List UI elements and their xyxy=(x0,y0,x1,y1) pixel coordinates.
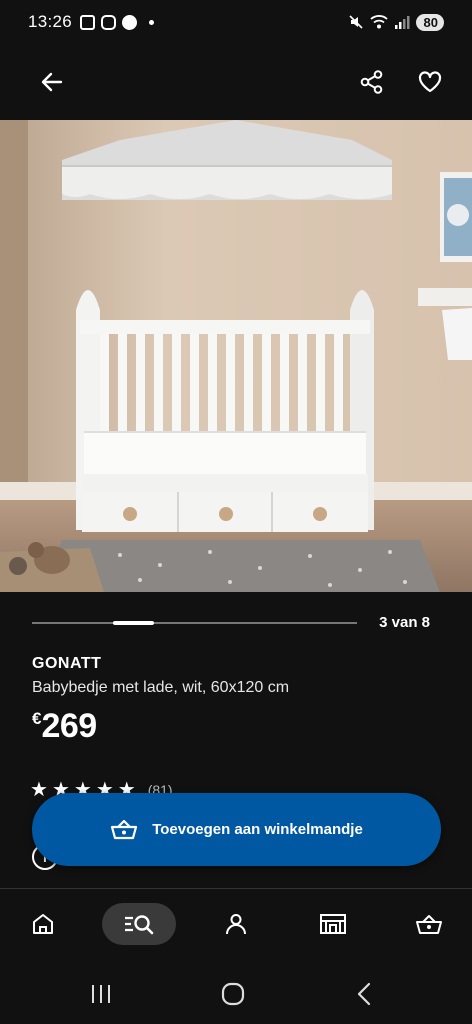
signal-icon xyxy=(394,16,410,29)
arrow-left-icon xyxy=(41,72,63,92)
home-circle-icon xyxy=(221,982,245,1006)
image-carousel-indicator: 3 van 8 xyxy=(32,606,432,638)
carousel-progress xyxy=(113,621,154,625)
recent-apps-icon xyxy=(92,985,110,1003)
product-name: GONATT xyxy=(32,655,102,672)
crib-illustration xyxy=(0,120,472,592)
system-status: 80 xyxy=(348,13,444,31)
nav-profile[interactable] xyxy=(199,903,273,945)
recent-apps-button[interactable] xyxy=(86,979,116,1009)
nav-basket[interactable] xyxy=(392,903,466,945)
image-counter: 3 van 8 xyxy=(379,614,430,631)
status-bar: 13:26 80 xyxy=(0,0,472,44)
add-to-cart-button[interactable]: Toevoegen aan winkelmandje xyxy=(32,793,441,866)
home-system-button[interactable] xyxy=(218,979,248,1009)
system-back-button[interactable] xyxy=(350,979,380,1009)
add-to-cart-label: Toevoegen aan winkelmandje xyxy=(152,821,363,838)
battery-indicator: 80 xyxy=(415,13,444,31)
basket-icon xyxy=(111,819,138,839)
app-header xyxy=(0,44,472,120)
nav-search[interactable] xyxy=(102,903,176,945)
home-icon xyxy=(33,914,53,934)
carousel-track xyxy=(32,622,357,624)
price-value: 269 xyxy=(41,707,97,745)
basket-icon xyxy=(416,915,442,934)
star-icon: ★ xyxy=(30,779,48,801)
product-info: GONATT Babybedje met lade, wit, 60x120 c… xyxy=(32,655,442,746)
status-time: 13:26 xyxy=(28,12,73,31)
nav-home[interactable] xyxy=(6,903,80,945)
chevron-left-icon xyxy=(357,982,371,1006)
mail-icon xyxy=(80,14,96,30)
product-image[interactable] xyxy=(0,120,472,592)
facebook-icon xyxy=(122,14,138,30)
user-icon xyxy=(226,914,246,935)
product-price: € 269 xyxy=(32,707,442,746)
share-icon xyxy=(360,70,383,94)
search-icon xyxy=(125,915,154,935)
heart-icon xyxy=(418,71,442,93)
system-navigation xyxy=(0,961,472,1024)
instagram-icon xyxy=(101,14,117,30)
notification-icons xyxy=(80,14,155,30)
share-button[interactable] xyxy=(352,62,392,102)
nav-stores[interactable] xyxy=(296,903,370,945)
mute-icon xyxy=(348,15,363,29)
product-description: Babybedje met lade, wit, 60x120 cm xyxy=(32,679,290,696)
back-button[interactable] xyxy=(32,62,72,102)
wifi-icon xyxy=(369,15,388,29)
price-currency: € xyxy=(32,709,42,728)
store-icon xyxy=(320,914,346,934)
bottom-nav xyxy=(0,889,472,961)
more-notifications-dot xyxy=(149,19,155,25)
favorite-button[interactable] xyxy=(410,62,450,102)
